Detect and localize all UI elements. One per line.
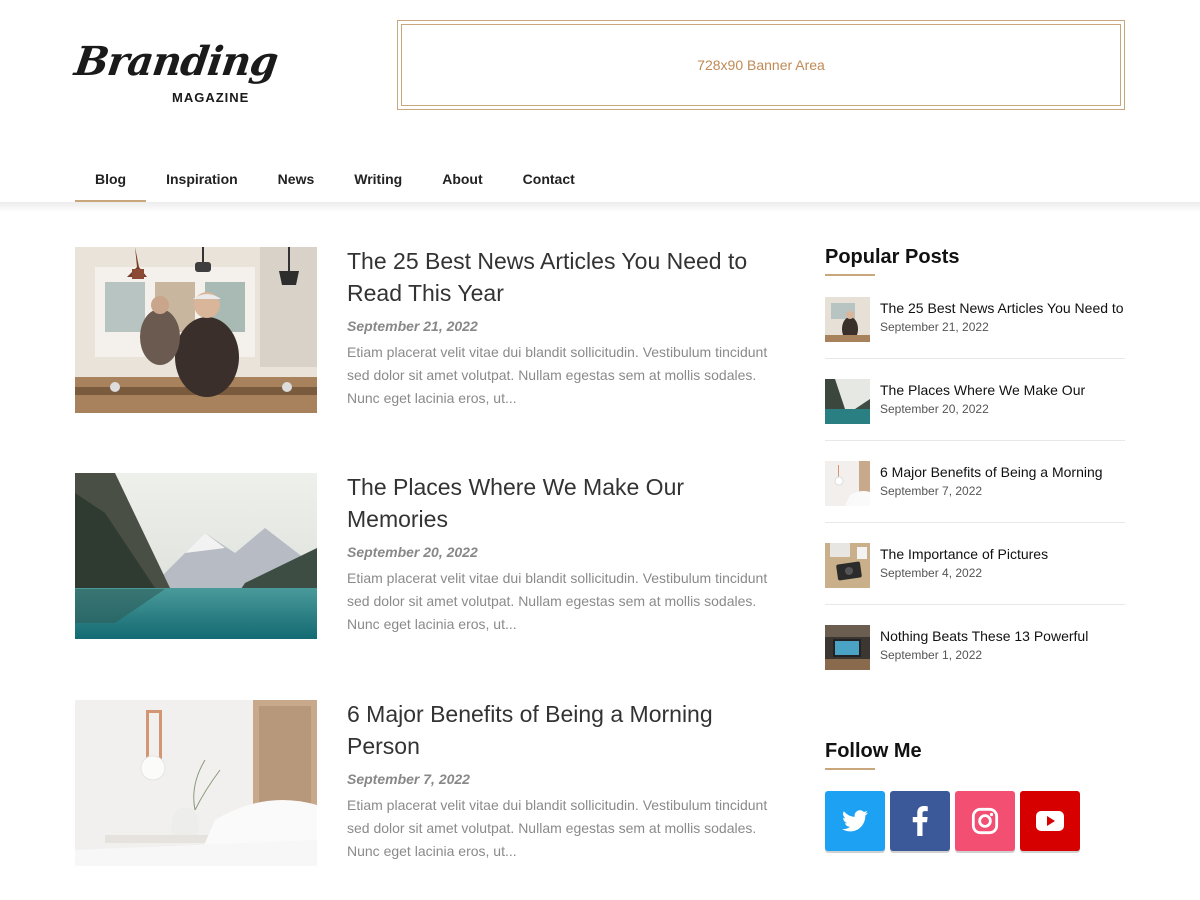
nav-item-about[interactable]: About bbox=[422, 156, 502, 202]
follow-me-heading: Follow Me bbox=[825, 740, 922, 762]
twitter-icon bbox=[842, 810, 868, 832]
post-body: The Places Where We Make Our Memories Se… bbox=[347, 473, 775, 636]
popular-post-date: September 4, 2022 bbox=[880, 566, 983, 580]
post-title[interactable]: The 25 Best News Articles You Need to Re… bbox=[347, 245, 775, 309]
ad-banner[interactable]: 728x90 Banner Area bbox=[397, 20, 1125, 110]
popular-post-thumbnail bbox=[825, 297, 870, 342]
post-excerpt: Etiam placerat velit vitae dui blandit s… bbox=[347, 344, 768, 406]
site-logo[interactable]: Branding MAGAZINE bbox=[71, 38, 305, 110]
post-body: The 25 Best News Articles You Need to Re… bbox=[347, 247, 775, 410]
post-thumbnail-bedroom[interactable] bbox=[75, 700, 317, 866]
post-thumbnail-lake[interactable] bbox=[75, 473, 317, 639]
popular-post-divider bbox=[825, 358, 1125, 359]
logo-subtitle: MAGAZINE bbox=[172, 90, 250, 105]
popular-post-date: September 20, 2022 bbox=[880, 402, 989, 416]
popular-post-thumbnail bbox=[825, 625, 870, 670]
nav-item-writing[interactable]: Writing bbox=[334, 156, 422, 202]
popular-post-item[interactable]: The Importance of Pictures September 4, … bbox=[825, 543, 1125, 589]
popular-post-thumbnail bbox=[825, 543, 870, 588]
facebook-icon bbox=[912, 806, 928, 836]
post-date: September 7, 2022 bbox=[347, 771, 470, 787]
popular-post-date: September 7, 2022 bbox=[880, 484, 983, 498]
post-thumbnail-cafe[interactable] bbox=[75, 247, 317, 413]
youtube-icon bbox=[1036, 811, 1064, 831]
youtube-button[interactable] bbox=[1020, 791, 1080, 851]
popular-post-divider bbox=[825, 522, 1125, 523]
follow-me-underline bbox=[825, 768, 875, 770]
nav-item-inspiration[interactable]: Inspiration bbox=[146, 156, 258, 202]
nav-divider-shadow bbox=[0, 202, 1200, 212]
popular-post-title[interactable]: The Importance of Pictures bbox=[880, 546, 1048, 562]
post-title[interactable]: The Places Where We Make Our Memories bbox=[347, 471, 775, 535]
popular-posts-heading: Popular Posts bbox=[825, 246, 960, 268]
ad-banner-inner: 728x90 Banner Area bbox=[401, 24, 1121, 106]
popular-post-thumbnail bbox=[825, 461, 870, 506]
popular-post-thumbnail bbox=[825, 379, 870, 424]
twitter-button[interactable] bbox=[825, 791, 885, 851]
main-nav: Blog Inspiration News Writing About Cont… bbox=[75, 156, 595, 202]
popular-posts-underline bbox=[825, 274, 875, 276]
nav-item-news[interactable]: News bbox=[258, 156, 335, 202]
popular-post-item[interactable]: 6 Major Benefits of Being a Morning Sept… bbox=[825, 461, 1125, 507]
popular-post-title[interactable]: The Places Where We Make Our bbox=[880, 382, 1085, 398]
popular-post-item[interactable]: The Places Where We Make Our September 2… bbox=[825, 379, 1125, 425]
post-card: The Places Where We Make Our Memories Se… bbox=[75, 473, 775, 643]
post-card: The 25 Best News Articles You Need to Re… bbox=[75, 247, 775, 417]
popular-post-title[interactable]: The 25 Best News Articles You Need to bbox=[880, 300, 1124, 316]
post-title[interactable]: 6 Major Benefits of Being a Morning Pers… bbox=[347, 698, 775, 762]
popular-post-title[interactable]: 6 Major Benefits of Being a Morning bbox=[880, 464, 1103, 480]
popular-post-item[interactable]: The 25 Best News Articles You Need to Se… bbox=[825, 297, 1125, 343]
post-body: 6 Major Benefits of Being a Morning Pers… bbox=[347, 700, 775, 863]
popular-post-date: September 1, 2022 bbox=[880, 648, 983, 662]
popular-post-divider bbox=[825, 604, 1125, 605]
nav-item-contact[interactable]: Contact bbox=[503, 156, 595, 202]
popular-post-divider bbox=[825, 440, 1125, 441]
instagram-button[interactable] bbox=[955, 791, 1015, 851]
logo-script-text: Branding bbox=[71, 38, 281, 85]
instagram-icon bbox=[971, 807, 999, 835]
post-date: September 21, 2022 bbox=[347, 318, 478, 334]
facebook-button[interactable] bbox=[890, 791, 950, 851]
ad-banner-label: 728x90 Banner Area bbox=[697, 57, 825, 73]
popular-post-title[interactable]: Nothing Beats These 13 Powerful bbox=[880, 628, 1088, 644]
post-excerpt: Etiam placerat velit vitae dui blandit s… bbox=[347, 570, 768, 632]
popular-post-date: September 21, 2022 bbox=[880, 320, 989, 334]
post-excerpt: Etiam placerat velit vitae dui blandit s… bbox=[347, 797, 768, 859]
popular-post-item[interactable]: Nothing Beats These 13 Powerful Septembe… bbox=[825, 625, 1125, 671]
post-date: September 20, 2022 bbox=[347, 544, 478, 560]
post-card: 6 Major Benefits of Being a Morning Pers… bbox=[75, 700, 775, 870]
nav-item-blog[interactable]: Blog bbox=[75, 156, 147, 202]
